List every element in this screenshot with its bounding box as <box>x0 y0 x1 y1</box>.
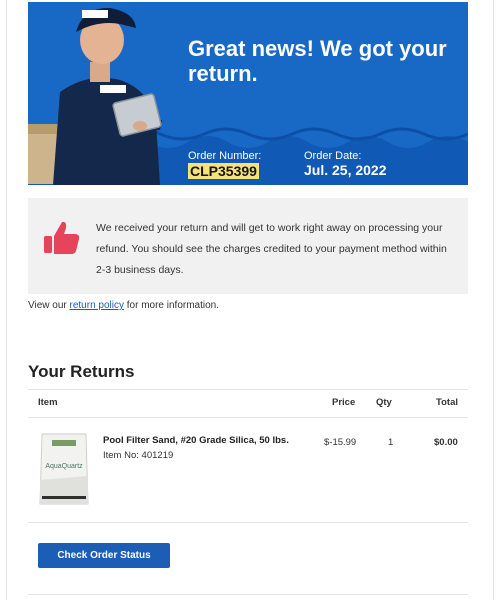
policy-prefix: View our <box>28 300 67 311</box>
thumbs-up-icon <box>44 221 80 254</box>
email-frame-left-border <box>6 0 7 600</box>
product-price: $-15.99 <box>324 437 357 448</box>
order-number-value: CLP35399 <box>188 163 259 179</box>
email-frame-right-border <box>493 0 494 600</box>
order-date-value: Jul. 25, 2022 <box>304 162 387 178</box>
bag-brand-text: AquaQuartz <box>45 463 83 470</box>
check-order-status-button[interactable]: Check Order Status <box>38 543 170 568</box>
sand-bag-image: AquaQuartz <box>39 433 89 505</box>
product-item-number: Item No: 401219 <box>103 450 174 461</box>
divider <box>28 389 468 390</box>
cap-logo <box>82 10 108 18</box>
order-date-label: Order Date: <box>304 150 362 162</box>
column-header-total: Total <box>436 397 458 408</box>
delivery-person-image <box>28 7 162 185</box>
message-text: We received your return and will get to … <box>96 222 447 276</box>
divider <box>28 522 468 523</box>
product-total: $0.00 <box>434 437 458 448</box>
bag-logo <box>52 440 76 446</box>
shirt-logo <box>100 85 126 93</box>
email-body: Great news! We got your return. Order Nu… <box>28 0 468 600</box>
column-header-price: Price <box>332 397 356 408</box>
policy-suffix: for more information. <box>126 300 220 311</box>
column-header-item: Item <box>38 397 58 408</box>
order-number-label: Order Number: <box>188 150 262 162</box>
divider <box>28 417 468 418</box>
return-policy-line: View our return policy for more informat… <box>28 300 219 311</box>
product-name: Pool Filter Sand, #20 Grade Silica, 50 l… <box>103 435 289 446</box>
product-qty: 1 <box>388 437 394 448</box>
return-received-message: We received your return and will get to … <box>28 198 468 294</box>
hero-headline: Great news! We got your return. <box>188 36 447 86</box>
your-returns-heading: Your Returns <box>28 362 135 381</box>
divider <box>28 594 468 595</box>
hero-banner: Great news! We got your return. Order Nu… <box>28 2 468 185</box>
column-header-qty: Qty <box>376 397 392 408</box>
return-policy-link[interactable]: return policy <box>70 300 124 311</box>
